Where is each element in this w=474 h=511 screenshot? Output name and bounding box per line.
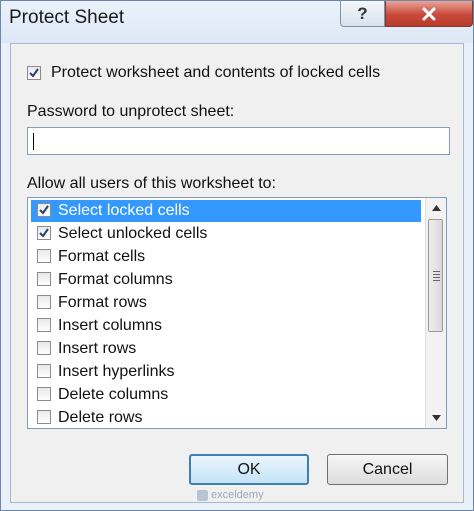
watermark-text: exceldemy: [211, 489, 264, 501]
grip-line: [433, 271, 440, 272]
permission-label: Format rows: [58, 294, 147, 311]
permission-label: Select unlocked cells: [58, 225, 208, 242]
permission-checkbox[interactable]: [37, 226, 51, 240]
permission-label: Format cells: [58, 248, 146, 265]
permission-checkbox[interactable]: [37, 295, 51, 309]
permission-label: Insert rows: [58, 340, 137, 357]
password-label: Password to unprotect sheet:: [27, 103, 235, 120]
checkmark-icon: [29, 68, 39, 78]
dialog-title: Protect Sheet: [9, 7, 125, 28]
text-caret: [33, 133, 34, 150]
password-input[interactable]: [27, 127, 450, 155]
permission-item[interactable]: Select unlocked cells: [31, 223, 421, 245]
help-icon: ?: [357, 3, 368, 23]
permission-item[interactable]: Delete rows: [31, 407, 421, 428]
permission-item[interactable]: Delete columns: [31, 384, 421, 406]
close-button[interactable]: [385, 1, 473, 27]
permission-label: Delete columns: [58, 386, 169, 403]
permission-label: Format columns: [58, 271, 173, 288]
permission-checkbox[interactable]: [37, 272, 51, 286]
scroll-down-button[interactable]: [426, 409, 446, 427]
permission-item[interactable]: Insert rows: [31, 338, 421, 360]
watermark-logo-icon: [197, 489, 208, 501]
permission-checkbox[interactable]: [37, 203, 51, 217]
permission-checkbox[interactable]: [37, 318, 51, 332]
permission-label: Delete rows: [58, 409, 143, 426]
permission-item[interactable]: Insert hyperlinks: [31, 361, 421, 383]
scroll-thumb[interactable]: [428, 219, 443, 332]
list-scrollbar[interactable]: [425, 198, 446, 428]
cancel-button[interactable]: Cancel: [327, 454, 448, 485]
allow-users-label: Allow all users of this worksheet to:: [27, 175, 276, 192]
grip-line: [433, 274, 440, 275]
checkmark-icon: [39, 228, 49, 238]
protect-worksheet-checkbox[interactable]: [27, 66, 41, 80]
permission-checkbox[interactable]: [37, 387, 51, 401]
permission-checkbox[interactable]: [37, 249, 51, 263]
permission-item[interactable]: Insert columns: [31, 315, 421, 337]
permissions-list[interactable]: Select locked cells Select unlocked cells…: [27, 197, 447, 429]
arrow-down-icon: [431, 415, 441, 421]
grip-line: [433, 277, 440, 278]
permission-label: Insert columns: [58, 317, 163, 334]
permission-checkbox[interactable]: [37, 341, 51, 355]
permission-item[interactable]: Format rows: [31, 292, 421, 314]
permission-item[interactable]: Format columns: [31, 269, 421, 291]
scroll-up-button[interactable]: [426, 199, 446, 217]
checkmark-icon: [39, 205, 49, 215]
permission-checkbox[interactable]: [37, 364, 51, 378]
watermark: exceldemy: [197, 489, 264, 501]
permission-label: Select locked cells: [58, 202, 190, 219]
title-bar[interactable]: Protect Sheet ?: [1, 1, 473, 43]
protect-worksheet-label: Protect worksheet and contents of locked…: [51, 64, 381, 81]
permission-label: Insert hyperlinks: [58, 363, 175, 380]
ok-button[interactable]: OK: [189, 454, 309, 485]
arrow-up-icon: [431, 205, 441, 211]
grip-line: [433, 280, 440, 281]
close-icon: [422, 7, 436, 20]
permission-item[interactable]: Select locked cells: [31, 200, 421, 222]
protect-sheet-dialog: Protect Sheet ? Protect worksheet and co…: [0, 0, 474, 511]
help-button[interactable]: ?: [340, 1, 385, 27]
permission-item[interactable]: Format cells: [31, 246, 421, 268]
permission-checkbox[interactable]: [37, 410, 51, 424]
dialog-body: Protect worksheet and contents of locked…: [10, 43, 464, 503]
